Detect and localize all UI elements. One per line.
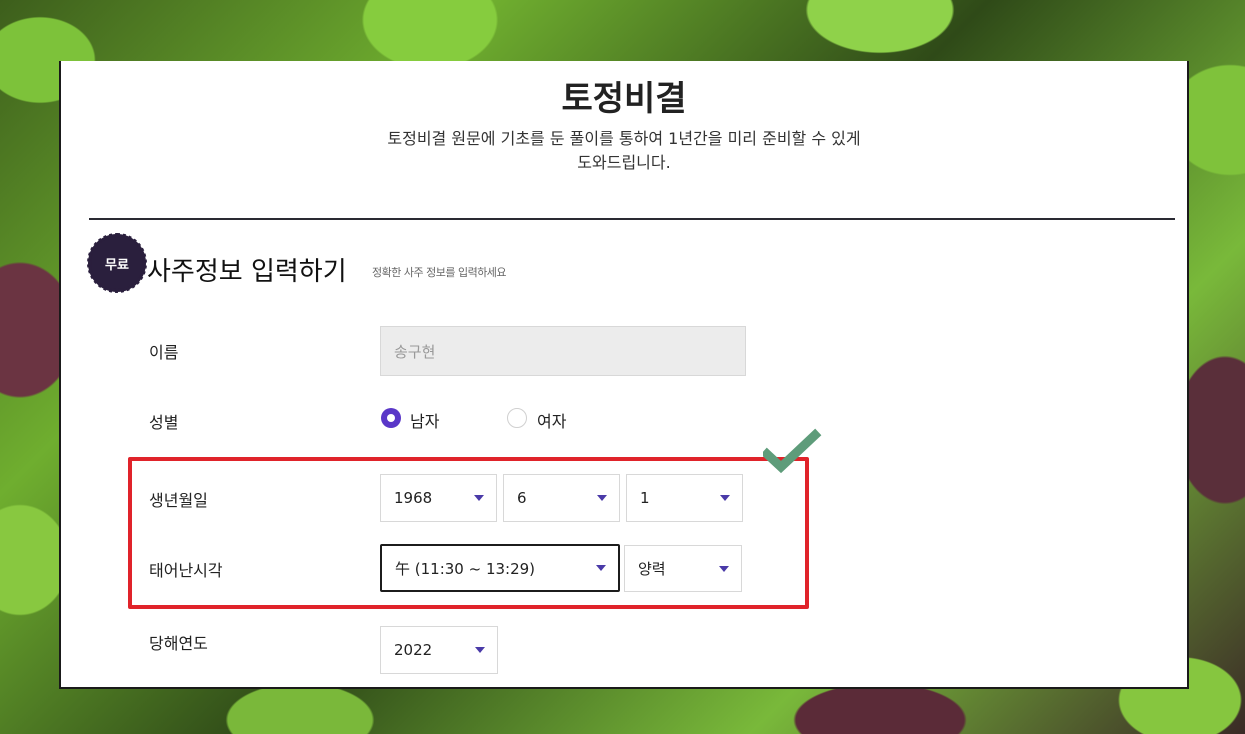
check-icon [763,428,822,474]
section-subtitle: 정확한 사주 정보를 입력하세요 [372,266,507,279]
gender-female-radio[interactable] [507,408,527,428]
free-badge: 무료 [87,233,147,293]
name-field[interactable]: 송구현 [380,326,746,376]
chevron-down-icon [475,647,485,653]
gender-male-radio[interactable] [381,408,401,428]
target-year-value: 2022 [394,641,433,659]
name-label: 이름 [149,343,179,362]
section-divider [89,218,1175,220]
gender-male-label[interactable]: 남자 [410,408,439,432]
name-value: 송구현 [394,342,436,361]
saju-form-card: 토정비결 토정비결 원문에 기초를 둔 풀이를 통하여 1년간을 미리 준비할 … [59,61,1189,689]
birth-info-highlight-box [128,457,809,609]
target-year-select[interactable]: 2022 [380,626,498,674]
target-year-label: 당해연도 [149,634,208,653]
section-title: 사주정보 입력하기 [147,257,347,287]
page-description: 토정비결 원문에 기초를 둔 풀이를 통하여 1년간을 미리 준비할 수 있게 … [61,127,1187,175]
description-line-1: 토정비결 원문에 기초를 둔 풀이를 통하여 1년간을 미리 준비할 수 있게 [387,129,861,148]
gender-label: 성별 [149,413,179,432]
page-title: 토정비결 [561,79,687,119]
free-badge-label: 무료 [105,257,129,273]
description-line-2: 도와드립니다. [577,153,671,172]
gender-female-label[interactable]: 여자 [537,408,566,432]
